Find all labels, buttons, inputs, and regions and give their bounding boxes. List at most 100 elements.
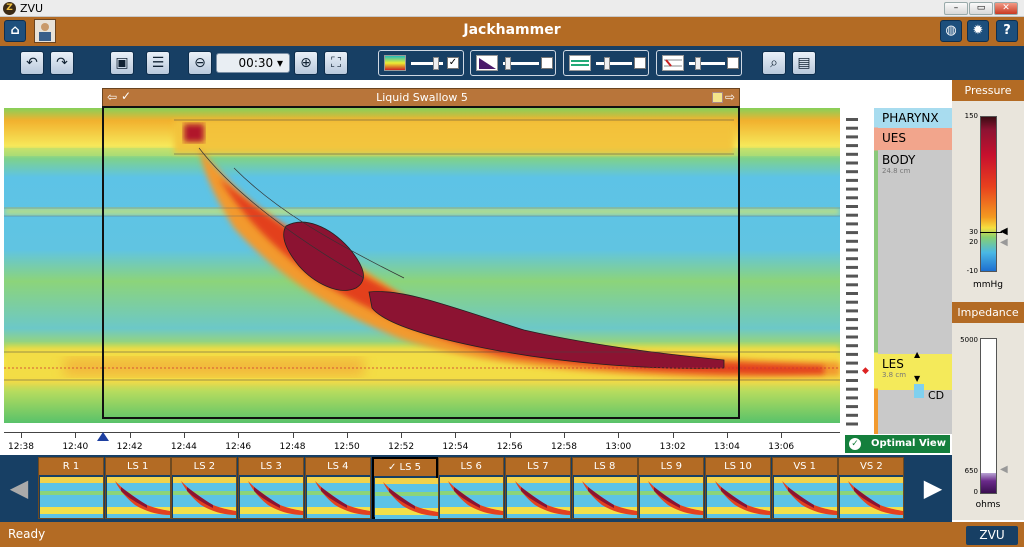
swallow-thumbnail[interactable]: LS 1 [104, 457, 171, 519]
gear-icon: ✹ [972, 23, 984, 38]
notes-button[interactable]: ▤ [792, 51, 816, 75]
swallow-thumbnail[interactable]: LS 6 [438, 457, 505, 519]
time-tick-label: 12:46 [225, 442, 252, 452]
status-text: Ready [8, 527, 46, 541]
swallow-thumbnail-text: VS 2 [860, 461, 883, 472]
isobaric-checkbox[interactable] [541, 57, 553, 69]
swallow-thumbnail-label: LS 3 [239, 458, 304, 475]
swallow-thumbnail[interactable]: LS 2 [171, 457, 238, 519]
window-titlebar: Z ZVU – ▭ ✕ [0, 0, 1024, 17]
zone-color-strip [874, 108, 878, 434]
note-icon[interactable] [712, 92, 723, 103]
redo-button[interactable]: ↷ [50, 51, 74, 75]
sensor-mark [846, 396, 858, 400]
time-tick-label: 12:54 [442, 442, 469, 452]
undo-button[interactable]: ↶ [20, 51, 44, 75]
fit-icon: ⛶ [331, 55, 341, 71]
sensor-mark [846, 222, 858, 226]
sensor-mark [846, 265, 858, 269]
smoothing-slider-knob[interactable] [604, 57, 610, 70]
report-button[interactable]: ☰ [146, 51, 170, 75]
smoothing-control [563, 50, 649, 76]
swallow-thumbnail-text: LS 6 [460, 461, 482, 472]
swallow-thumbnail-image [106, 477, 170, 518]
swallow-thumbnail-image [840, 477, 904, 518]
zoom-out-button[interactable]: ⊖ [188, 51, 212, 75]
swallow-thumbnail[interactable]: LS 9 [638, 457, 705, 519]
impedance-overlay-slider-knob[interactable] [695, 57, 701, 70]
les-lower-handle-icon[interactable]: ▼ [914, 374, 920, 383]
swallow-thumbnail-label: R 1 [39, 458, 103, 475]
sensor-mark [846, 170, 858, 174]
sensor-mark [846, 309, 858, 313]
swallow-window-label: Liquid Swallow 5 [376, 91, 468, 104]
impedance-tick-0: 0 [973, 488, 978, 496]
selected-check-icon: ✓ [387, 462, 400, 473]
notes-icon: ▤ [797, 55, 811, 71]
time-tick-label: 13:04 [713, 442, 740, 452]
swallow-thumbnail[interactable]: LS 10 [705, 457, 771, 519]
swallow-thumbnail[interactable]: LS 8 [571, 457, 638, 519]
sensor-mark [846, 379, 858, 382]
impedance-handle-icon[interactable]: ◀ [1000, 464, 1008, 475]
swallow-thumbnail[interactable]: VS 2 [838, 457, 905, 519]
minimize-button[interactable]: – [944, 2, 968, 15]
time-tick-label: 12:44 [170, 442, 197, 452]
impedance-overlay-checkbox[interactable] [727, 57, 739, 69]
les-upper-handle-icon[interactable]: ▲ [914, 350, 920, 359]
threshold-high-handle-icon[interactable]: ◀ [1000, 226, 1008, 237]
time-tick [672, 433, 674, 438]
time-cursor-icon[interactable] [97, 432, 109, 441]
swallow-thumbnail[interactable]: R 1 [38, 457, 104, 519]
time-window-select[interactable]: 00:30 ▾ [216, 53, 290, 73]
time-tick [618, 433, 620, 438]
swallow-selection-box[interactable] [102, 106, 740, 419]
help-button[interactable]: ? [996, 20, 1018, 42]
maximize-button[interactable]: ▭ [969, 2, 993, 15]
contour-checkbox[interactable]: ✓ [447, 57, 459, 69]
contour-slider-knob[interactable] [433, 57, 439, 70]
swallow-thumbnail-label: LS 7 [505, 458, 570, 475]
globe-button[interactable]: ◍ [940, 20, 962, 42]
isobaric-slider-knob[interactable] [505, 57, 511, 70]
smoothing-slider[interactable] [596, 62, 632, 65]
threshold-low-handle-icon[interactable]: ◀ [1000, 237, 1008, 248]
pressure-tick-30: 30 [969, 228, 978, 236]
swallow-thumbnail[interactable]: LS 7 [504, 457, 571, 519]
fit-view-button[interactable]: ⛶ [324, 51, 348, 75]
close-button[interactable]: ✕ [994, 2, 1018, 15]
sensor-mark [846, 387, 858, 391]
cd-marker[interactable] [914, 384, 924, 398]
magnifier-button[interactable]: ⌕ [762, 51, 786, 75]
sensor-mark [846, 152, 858, 156]
time-tick [781, 433, 783, 438]
optimal-view-button[interactable]: ✓ Optimal View [845, 435, 950, 453]
smoothing-checkbox[interactable] [634, 57, 646, 69]
swallow-thumbnail[interactable]: ✓ LS 5 [371, 457, 438, 519]
impedance-fill [981, 472, 996, 493]
sensor-mark [846, 422, 858, 426]
zvu-logo: ZVU [966, 526, 1018, 545]
sensor-mark [846, 300, 858, 304]
sensor-mark [846, 118, 858, 121]
les-marker-icon[interactable]: ◆ [862, 366, 869, 376]
swallow-thumbnail[interactable]: LS 4 [304, 457, 371, 519]
sensor-marks [846, 118, 858, 426]
swallow-strip: ◀ R 1 LS 1 LS 2 LS 3 LS 4 ✓ LS 5 LS 6 LS 7 LS 8 L… [0, 455, 952, 522]
swallow-thumbnail-image [40, 477, 103, 518]
sensor-mark [846, 205, 858, 208]
forward-arrow-icon[interactable]: ⇨ [725, 90, 735, 104]
anatomy-column: PHARYNX UES BODY 24.8 cm LES 3.8 cm ◆ ▲ … [840, 108, 952, 434]
swallow-thumbnail[interactable]: LS 3 [238, 457, 305, 519]
strip-next-arrow-icon[interactable]: ▶ [920, 475, 946, 501]
swallow-thumbnail-text: LS 9 [660, 461, 683, 472]
zoom-in-button[interactable]: ⊕ [294, 51, 318, 75]
swallow-thumbnail-image [440, 477, 504, 518]
swallow-thumbnail[interactable]: VS 1 [771, 457, 838, 519]
settings-button[interactable]: ✹ [967, 20, 989, 42]
sensor-mark [846, 283, 858, 287]
strip-prev-arrow-icon[interactable]: ◀ [6, 475, 32, 501]
swallow-thumbnail-image [173, 477, 237, 518]
save-button[interactable]: ▣ [110, 51, 134, 75]
swallow-thumbnail-text: VS 1 [793, 461, 817, 472]
